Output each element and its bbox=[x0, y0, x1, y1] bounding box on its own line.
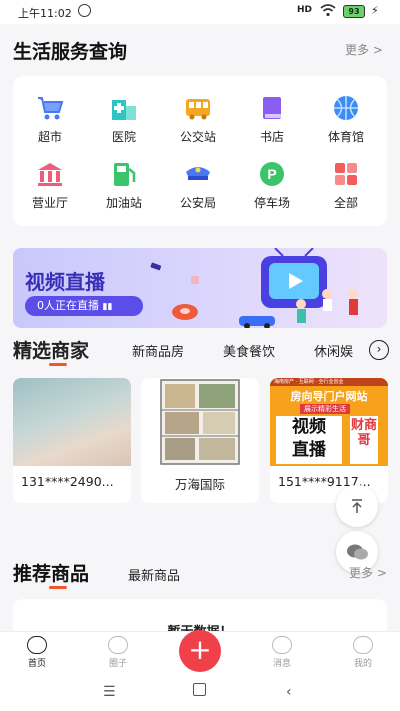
merchant-caption: 151****9117... bbox=[278, 474, 371, 489]
svg-text:P: P bbox=[267, 166, 276, 182]
menu-icon[interactable]: ☰ bbox=[103, 684, 116, 700]
home-icon bbox=[27, 636, 47, 654]
back-icon[interactable]: ‹ bbox=[286, 684, 292, 700]
book-icon bbox=[258, 94, 286, 122]
service-parking[interactable]: P 停车场 bbox=[235, 160, 309, 211]
tab-circle[interactable]: 圈子 bbox=[88, 636, 148, 669]
add-button[interactable]: + bbox=[179, 630, 221, 672]
tab-leisure[interactable]: 休闲娱 bbox=[314, 341, 362, 360]
message-icon bbox=[272, 636, 292, 654]
live-video-banner[interactable]: 视频直播 0人正在直播 ▮▮ bbox=[13, 248, 387, 328]
floor-plan-image bbox=[141, 378, 259, 466]
merchant-card[interactable]: 131****2490... bbox=[13, 378, 131, 503]
wechat-icon bbox=[347, 544, 368, 560]
poster-heading: 房向导门户网站 bbox=[290, 390, 368, 403]
merchant-tabs: 精选商家 新商品房 美食餐饮 休闲娱 › bbox=[0, 336, 400, 366]
charging-icon: ⚡ bbox=[371, 4, 379, 17]
tab-messages[interactable]: 消息 bbox=[252, 636, 312, 669]
status-bar: 上午11:02 HD 93 ⚡ bbox=[0, 0, 400, 24]
live-count-badge: 0人正在直播 ▮▮ bbox=[25, 296, 143, 316]
active-tab-indicator bbox=[49, 363, 67, 366]
poster-side-text: 财商哥 bbox=[350, 416, 378, 464]
service-gas-station[interactable]: 加油站 bbox=[87, 160, 161, 211]
service-business-hall[interactable]: 营业厅 bbox=[13, 160, 87, 211]
service-all[interactable]: 全部 bbox=[309, 160, 383, 211]
service-hospital[interactable]: 医院 bbox=[87, 94, 161, 145]
service-supermarket[interactable]: 超市 bbox=[13, 94, 87, 145]
merchant-card[interactable]: 万海国际 bbox=[141, 378, 259, 503]
services-card: 超市 医院 公交站 书店 体育馆 营业厅 加油站 公安局 P 停车场 全部 bbox=[13, 76, 387, 226]
home-page: 生活服务查询 更多 > 超市 医院 公交站 书店 体育馆 营业厅 加油站 公安局… bbox=[0, 24, 400, 639]
recommend-more-link[interactable]: 更多 > bbox=[349, 564, 387, 581]
poster-subheading: 展示精彩生活 bbox=[300, 404, 350, 414]
tab-recommended-products[interactable]: 推荐商品 bbox=[13, 559, 89, 586]
bank-icon bbox=[36, 160, 64, 188]
poster-strip: 海南房产 · 互联网 · 全行业创业 bbox=[270, 378, 388, 386]
battery-icon: 93 bbox=[343, 5, 365, 18]
tab-mine[interactable]: 我的 bbox=[333, 636, 393, 669]
bottom-tab-bar: 首页 圈子 + 消息 我的 bbox=[0, 630, 400, 676]
chat-bubble-icon bbox=[108, 636, 128, 654]
hospital-icon bbox=[110, 94, 138, 122]
back-to-top-button[interactable] bbox=[336, 485, 378, 527]
service-label: 医院 bbox=[111, 130, 136, 144]
service-bus-stop[interactable]: 公交站 bbox=[161, 94, 235, 145]
tab-featured-merchants[interactable]: 精选商家 bbox=[13, 336, 89, 363]
service-label: 营业厅 bbox=[31, 196, 68, 210]
service-stadium[interactable]: 体育馆 bbox=[309, 94, 383, 145]
alarm-icon bbox=[78, 4, 91, 17]
service-label: 停车场 bbox=[253, 196, 290, 210]
chevron-right-icon[interactable]: › bbox=[369, 340, 389, 360]
tab-home[interactable]: 首页 bbox=[7, 636, 67, 669]
merchant-card[interactable]: 海南房产 · 互联网 · 全行业创业 房向导门户网站 展示精彩生活 视频 直播 … bbox=[270, 378, 388, 503]
system-nav-bar: ☰ ‹ bbox=[0, 675, 400, 711]
services-title: 生活服务查询 bbox=[13, 41, 128, 63]
service-label: 体育馆 bbox=[327, 130, 364, 144]
gas-pump-icon bbox=[110, 160, 138, 188]
service-label: 书店 bbox=[259, 130, 284, 144]
service-label: 加油站 bbox=[105, 196, 142, 210]
wifi-icon bbox=[320, 4, 336, 17]
service-bookstore[interactable]: 书店 bbox=[235, 94, 309, 145]
bus-icon bbox=[184, 94, 212, 122]
service-label: 公交站 bbox=[179, 130, 216, 144]
service-label: 超市 bbox=[37, 130, 62, 144]
shopping-cart-icon bbox=[36, 94, 64, 122]
merchant-caption: 131****2490... bbox=[21, 474, 114, 489]
live-poster-image: 海南房产 · 互联网 · 全行业创业 房向导门户网站 展示精彩生活 视频 直播 … bbox=[270, 378, 388, 466]
status-time: 上午11:02 bbox=[18, 7, 72, 20]
poster-live-text: 视频 直播 bbox=[276, 416, 342, 464]
merchant-caption: 万海国际 bbox=[174, 477, 225, 492]
service-label: 全部 bbox=[333, 196, 358, 210]
service-police[interactable]: 公安局 bbox=[161, 160, 235, 211]
active-tab-indicator bbox=[49, 586, 67, 589]
service-label: 公安局 bbox=[179, 196, 216, 210]
bars-icon: ▮▮ bbox=[102, 302, 113, 312]
tab-latest-products[interactable]: 最新商品 bbox=[128, 565, 180, 584]
tab-food-dining[interactable]: 美食餐饮 bbox=[223, 341, 275, 360]
signal-icon: HD bbox=[297, 5, 313, 15]
parking-icon: P bbox=[258, 160, 286, 188]
police-icon bbox=[184, 160, 212, 188]
tv-illustration bbox=[150, 248, 358, 328]
arrow-up-icon bbox=[352, 499, 362, 513]
basketball-icon bbox=[332, 94, 360, 122]
tab-new-homes[interactable]: 新商品房 bbox=[132, 341, 184, 360]
grid-icon bbox=[332, 160, 360, 188]
beach-photo bbox=[13, 378, 131, 466]
profile-icon bbox=[353, 636, 373, 654]
services-more-link[interactable]: 更多 > bbox=[345, 41, 383, 58]
banner-title: 视频直播 bbox=[25, 270, 105, 294]
home-square-icon[interactable] bbox=[193, 683, 206, 696]
